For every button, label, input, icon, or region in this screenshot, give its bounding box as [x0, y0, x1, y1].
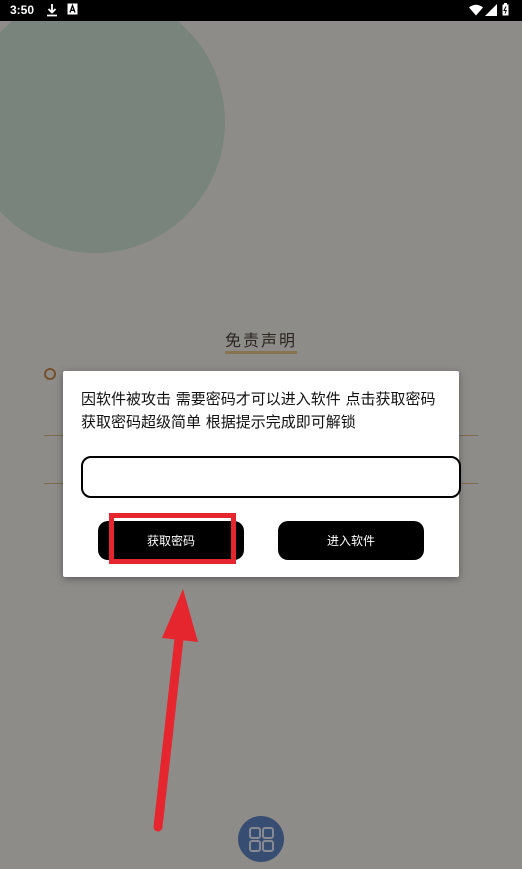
- arrow-annotation-icon: [153, 589, 198, 832]
